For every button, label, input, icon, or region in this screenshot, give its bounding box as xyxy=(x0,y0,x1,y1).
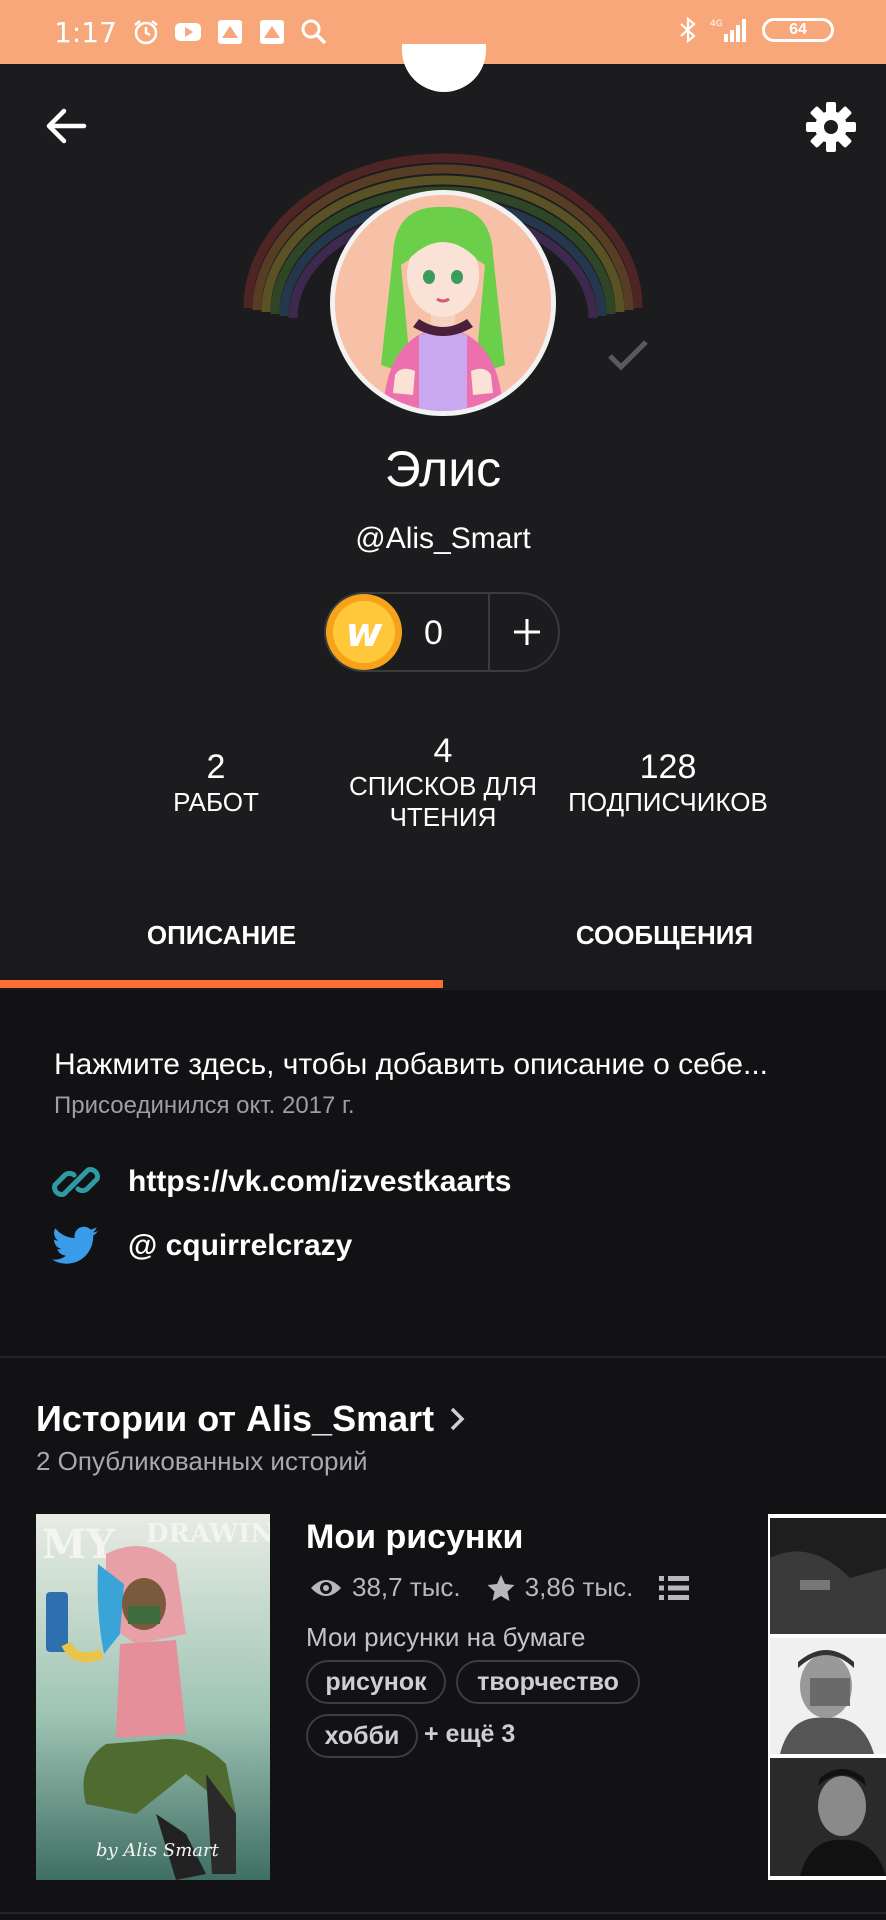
stat-reading-lists-count: 4 xyxy=(433,732,453,770)
tab-description[interactable]: ОПИСАНИЕ xyxy=(0,880,443,990)
app-notification-icon xyxy=(260,20,284,44)
checkmark-icon xyxy=(608,340,648,371)
twitter-icon xyxy=(52,1226,98,1264)
stat-followers-count: 128 xyxy=(639,748,697,786)
network-type-label: 4G xyxy=(710,19,723,29)
section-divider xyxy=(0,1356,886,1358)
profile-name: Элис xyxy=(384,441,502,497)
link-icon xyxy=(52,1167,100,1197)
stat-reading-lists-label: СПИСКОВ ДЛЯ xyxy=(348,771,538,801)
app-notification-icon xyxy=(218,20,242,44)
back-arrow-icon[interactable] xyxy=(40,100,92,152)
joined-date: Присоединился окт. 2017 г. xyxy=(54,1092,355,1119)
story-cover-image: MY DRAWING by Alis Smart xyxy=(36,1514,270,1880)
website-link-row[interactable]: https://vk.com/izvestkaarts xyxy=(52,1158,511,1206)
cover-title-left: MY xyxy=(42,1521,115,1568)
stat-works[interactable]: 2 РАБОТ xyxy=(136,748,296,818)
bluetooth-icon xyxy=(680,16,696,44)
profile-handle: @Alis_Smart xyxy=(355,522,531,555)
stat-reading-lists[interactable]: 4 СПИСКОВ ДЛЯ ЧТЕНИЯ xyxy=(332,732,554,833)
add-coins-button[interactable] xyxy=(502,604,552,660)
stat-works-label: РАБОТ xyxy=(173,787,259,817)
section-divider xyxy=(0,1912,886,1914)
wattpad-coin-icon: w xyxy=(326,594,402,670)
story-stats: 38,7 тыс. 3,86 тыс. xyxy=(310,1572,690,1603)
star-icon xyxy=(487,1574,515,1601)
profile-stats: 2 РАБОТ 4 СПИСКОВ ДЛЯ ЧТЕНИЯ 128 ПОДПИСЧ… xyxy=(0,730,886,850)
stat-followers-label: ПОДПИСЧИКОВ xyxy=(568,787,768,817)
story-title[interactable]: Мои рисунки xyxy=(306,1518,523,1557)
chevron-right-icon xyxy=(450,1407,465,1431)
stories-section-title: Истории от Alis_Smart xyxy=(36,1398,435,1439)
story-cover[interactable]: MY DRAWING by Alis Smart xyxy=(36,1514,270,1880)
list-icon xyxy=(659,1575,690,1600)
plus-icon xyxy=(514,619,540,645)
twitter-row[interactable]: @ cquirrelcrazy xyxy=(52,1222,352,1270)
story-tag[interactable]: рисунок xyxy=(306,1660,446,1704)
stat-reading-lists-label: ЧТЕНИЯ xyxy=(389,802,497,832)
tab-messages[interactable]: СООБЩЕНИЯ xyxy=(443,880,886,990)
signal-icon: 4G xyxy=(710,19,746,42)
story-description: Мои рисунки на бумаге xyxy=(306,1622,586,1652)
stories-section-header[interactable]: Истории от Alis_Smart xyxy=(36,1398,468,1440)
story-votes: 3,86 тыс. xyxy=(524,1572,634,1602)
coin-divider xyxy=(488,594,490,670)
coins-widget: w 0 xyxy=(324,592,560,672)
profile-tabs: ОПИСАНИЕ СООБЩЕНИЯ xyxy=(0,880,886,990)
battery-indicator: 64 xyxy=(762,18,834,42)
twitter-handle[interactable]: @ cquirrelcrazy xyxy=(128,1229,352,1263)
cover-title-right: DRAWING xyxy=(146,1519,270,1549)
stat-followers[interactable]: 128 ПОДПИСЧИКОВ xyxy=(556,748,780,818)
battery-level: 64 xyxy=(789,21,807,38)
youtube-icon xyxy=(175,23,201,41)
gear-icon[interactable] xyxy=(804,100,858,154)
add-description-prompt[interactable]: Нажмите здесь, чтобы добавить описание о… xyxy=(54,1048,768,1082)
thumbnail-image xyxy=(770,1638,886,1754)
website-link[interactable]: https://vk.com/izvestkaarts xyxy=(128,1165,511,1199)
active-tab-indicator xyxy=(0,980,443,988)
eye-icon xyxy=(311,1579,341,1596)
stories-count: 2 Опубликованных историй xyxy=(36,1446,368,1476)
avatar xyxy=(330,190,556,416)
thumbnail-image xyxy=(770,1518,886,1634)
avatar-illustration xyxy=(335,195,551,411)
alarm-icon xyxy=(134,20,158,45)
coin-balance: 0 xyxy=(424,614,443,652)
svg-text:w: w xyxy=(346,610,384,656)
more-tags-link[interactable]: + ещё 3 xyxy=(424,1720,515,1749)
next-story-cover[interactable] xyxy=(768,1514,886,1880)
story-reads: 38,7 тыс. xyxy=(352,1572,461,1602)
status-time: 1:17 xyxy=(54,16,117,49)
cover-signature: by Alis Smart xyxy=(96,1840,220,1861)
story-tag[interactable]: творчество xyxy=(456,1660,640,1704)
search-notification-icon xyxy=(301,19,327,45)
stat-works-count: 2 xyxy=(206,748,226,786)
thumbnail-image xyxy=(770,1758,886,1876)
story-tag[interactable]: хобби xyxy=(306,1714,418,1758)
